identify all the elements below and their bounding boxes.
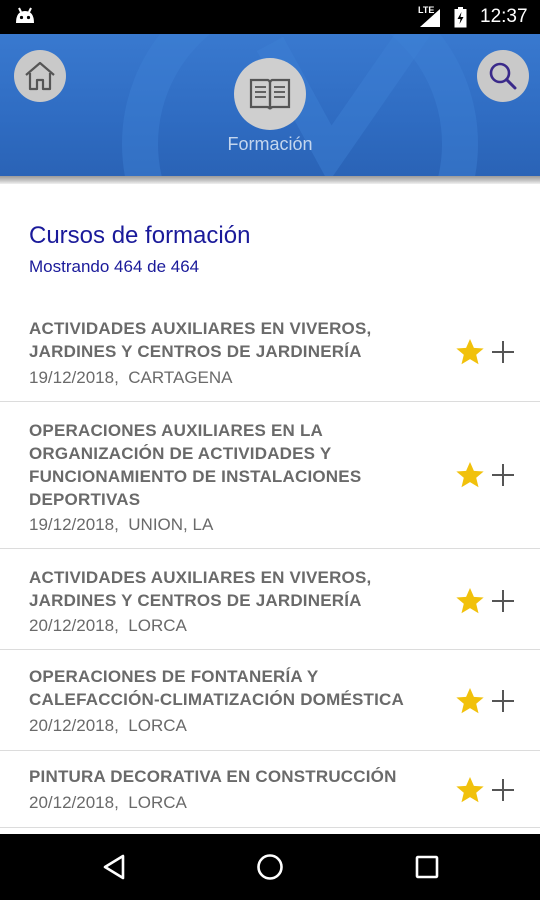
home-icon (25, 61, 55, 91)
status-clock: 12:37 (480, 6, 528, 27)
search-button[interactable] (477, 50, 529, 102)
section-title: Formación (227, 134, 313, 154)
course-title: ACTIVIDADES AUXILIARES EN VIVEROS, JARDI… (29, 319, 372, 361)
favorite-star-icon[interactable] (455, 776, 485, 804)
course-list-item[interactable]: OPERACIONES DE FONTANERÍA Y CALEFACCIÓN-… (0, 650, 540, 751)
add-icon[interactable] (490, 339, 516, 365)
course-title: ACTIVIDADES AUXILIARES EN VIVEROS, JARDI… (29, 568, 372, 610)
favorite-star-icon[interactable] (455, 338, 485, 366)
status-bar: LTE 12:37 (0, 0, 540, 34)
course-meta: 20/12/2018, LORCA (29, 616, 187, 636)
favorite-star-icon[interactable] (455, 687, 485, 715)
course-meta: 20/12/2018, LORCA (29, 793, 187, 813)
course-list-item[interactable]: ACTIVIDADES AUXILIARES EN VIVEROS, JARDI… (0, 298, 540, 402)
course-date: 19/12/2018, (29, 515, 119, 534)
add-icon[interactable] (490, 688, 516, 714)
course-list-item[interactable]: OPERACIONES AUXILIARES EN LA ORGANIZACIÓ… (0, 402, 540, 549)
nav-recents-button[interactable] (407, 847, 447, 887)
course-title: PINTURA DECORATIVA EN CONSTRUCCIÓN (29, 767, 397, 786)
course-location: LORCA (128, 616, 187, 635)
app-header: Formación (0, 34, 540, 176)
course-list-panel: Cursos de formación Mostrando 464 de 464… (0, 184, 540, 834)
add-icon[interactable] (490, 462, 516, 488)
add-icon[interactable] (490, 777, 516, 803)
favorite-star-icon[interactable] (455, 461, 485, 489)
course-date: 19/12/2018, (29, 368, 119, 387)
course-date: 20/12/2018, (29, 716, 119, 735)
list-title: Cursos de formación (29, 222, 251, 249)
course-meta: 19/12/2018, UNION, LA (29, 515, 213, 535)
course-date: 20/12/2018, (29, 793, 119, 812)
home-button[interactable] (14, 50, 66, 102)
section-badge (234, 58, 306, 130)
course-list-item[interactable]: PINTURA DECORATIVA EN CONSTRUCCIÓN 20/12… (0, 751, 540, 828)
course-location: CARTAGENA (128, 368, 233, 387)
home-circle-icon (257, 854, 283, 880)
course-date: 20/12/2018, (29, 616, 119, 635)
recents-square-icon (415, 855, 439, 879)
battery-icon (454, 7, 467, 28)
course-list-item[interactable]: ACTIVIDADES AUXILIARES EN VIVEROS, JARDI… (0, 549, 540, 650)
header-shadow (0, 176, 540, 184)
nav-home-button[interactable] (250, 847, 290, 887)
course-location: LORCA (128, 793, 187, 812)
course-location: UNION, LA (128, 515, 214, 534)
search-icon (489, 62, 517, 90)
course-meta: 19/12/2018, CARTAGENA (29, 368, 233, 388)
course-meta: 20/12/2018, LORCA (29, 716, 187, 736)
nav-back-button[interactable] (94, 847, 134, 887)
course-title: OPERACIONES DE FONTANERÍA Y CALEFACCIÓN-… (29, 667, 404, 709)
signal-icon (420, 9, 440, 27)
back-triangle-icon (103, 854, 125, 880)
results-count: Mostrando 464 de 464 (29, 257, 200, 276)
add-icon[interactable] (490, 588, 516, 614)
book-icon (249, 78, 291, 110)
system-nav-bar (0, 834, 540, 900)
android-notification-icon (16, 7, 34, 23)
course-title: OPERACIONES AUXILIARES EN LA ORGANIZACIÓ… (29, 421, 362, 509)
favorite-star-icon[interactable] (455, 587, 485, 615)
course-location: LORCA (128, 716, 187, 735)
